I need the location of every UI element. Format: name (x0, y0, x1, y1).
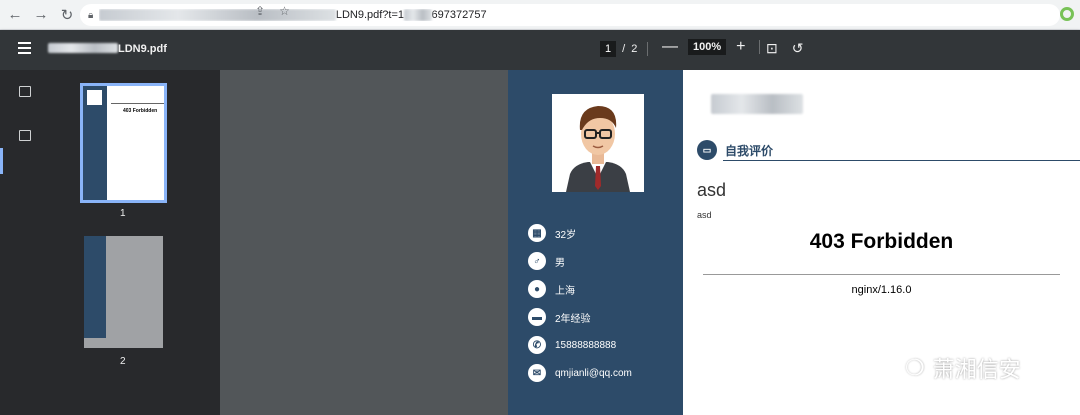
avatar (552, 94, 644, 192)
thumb2-sidebar (84, 236, 106, 338)
reload-icon[interactable]: ↻ (56, 4, 78, 26)
sidebar-icon-rail (0, 70, 48, 415)
page-selector: 1 / 2 (600, 41, 652, 57)
outline-icon[interactable] (19, 130, 31, 141)
fit-page-icon[interactable]: ⊡ (766, 40, 778, 57)
page-separator: / (622, 43, 626, 55)
section-divider (723, 160, 1080, 161)
location-icon: ● (528, 280, 546, 298)
extension-icon[interactable] (1060, 7, 1074, 21)
thumb-title: 403 Forbidden (123, 108, 158, 114)
view-tools: ⊡ ↺ (766, 40, 803, 57)
age-text: 32岁 (555, 229, 577, 241)
rotate-icon[interactable]: ↺ (792, 40, 804, 57)
page-total: 2 (631, 43, 638, 55)
toolbar-divider (647, 42, 649, 56)
zoom-controls: — 100% + (662, 39, 764, 55)
error-title: 403 Forbidden (809, 230, 954, 253)
info-experience: ▬ 2年经验 (528, 308, 591, 326)
error-divider (703, 274, 1060, 275)
menu-icon[interactable] (18, 42, 31, 54)
info-email: ✉ qmjianli@qq.com (528, 364, 632, 382)
gender-text: 男 (555, 257, 565, 269)
pdf-toolbar: LDN9.pdf 1 / 2 — 100% + ⊡ ↺ (0, 30, 1080, 70)
info-location: ● 上海 (528, 280, 575, 298)
back-icon[interactable]: ← (4, 4, 26, 26)
thumbnail-label-2: 2 (120, 356, 126, 367)
email-text: qmjianli@qq.com (555, 367, 632, 379)
male-icon: ♂ (528, 252, 546, 270)
thumbnails-icon[interactable] (19, 86, 31, 97)
thumbnail-page-1[interactable]: 403 Forbidden (80, 83, 167, 203)
thumbnail-page-2[interactable] (84, 236, 163, 348)
section-header: ▭ 自我评价 (697, 140, 773, 160)
asd-small: asd (697, 210, 712, 220)
thumbnail-label-1: 1 (120, 208, 126, 219)
thumb-line (111, 103, 164, 104)
phone-icon: ✆ (528, 336, 546, 354)
calendar-icon: ▦ (528, 224, 546, 242)
filename-redacted (48, 43, 118, 53)
zoom-in-button[interactable]: + (736, 39, 745, 55)
resume-sidebar: ▦ 32岁 ♂ 男 ● 上海 ▬ 2年经验 ✆ 15888888888 ✉ qm… (508, 70, 683, 415)
browser-toolbar: ← → ↻ 🔒︎ xxxxxxxxxxxxxxxxxxxxxxxxxxxxxxx… (0, 0, 1080, 30)
pdf-filename: LDN9.pdf (48, 43, 167, 55)
page-input[interactable]: 1 (600, 41, 617, 57)
location-text: 上海 (555, 285, 575, 297)
info-age: ▦ 32岁 (528, 224, 576, 242)
selected-indicator (0, 148, 3, 174)
watermark: ❍ 萧湘信安 (905, 352, 1021, 384)
phone-text: 15888888888 (555, 339, 617, 351)
viewer-background (220, 70, 508, 415)
chat-icon: ▭ (697, 140, 717, 160)
watermark-text: 萧湘信安 (932, 357, 1021, 382)
info-phone: ✆ 15888888888 (528, 336, 616, 354)
lock-icon: 🔒︎ (88, 9, 94, 21)
zoom-out-button[interactable]: — (662, 39, 678, 55)
mail-icon: ✉ (528, 364, 546, 382)
server-version: nginx/1.16.0 (851, 284, 912, 296)
thumb-photo (87, 90, 102, 105)
info-gender: ♂ 男 (528, 252, 565, 270)
briefcase-icon: ▬ (528, 308, 546, 326)
wechat-icon: ❍ (905, 355, 925, 380)
toolbar-divider-2 (759, 40, 761, 54)
avatar-illustration (566, 106, 630, 192)
section-title: 自我评价 (725, 143, 774, 158)
experience-text: 2年经验 (555, 313, 591, 325)
address-bar[interactable]: 🔒︎ xxxxxxxxxxxxxxxxxxxxxxxxxxxxxxxxxxxxx… (80, 4, 1060, 26)
asd-large: asd (697, 180, 727, 200)
zoom-level-input[interactable]: 100% (688, 39, 727, 55)
filename-visible: LDN9.pdf (118, 43, 167, 55)
resume-name-redacted (711, 94, 803, 114)
forward-icon[interactable]: → (30, 4, 52, 26)
